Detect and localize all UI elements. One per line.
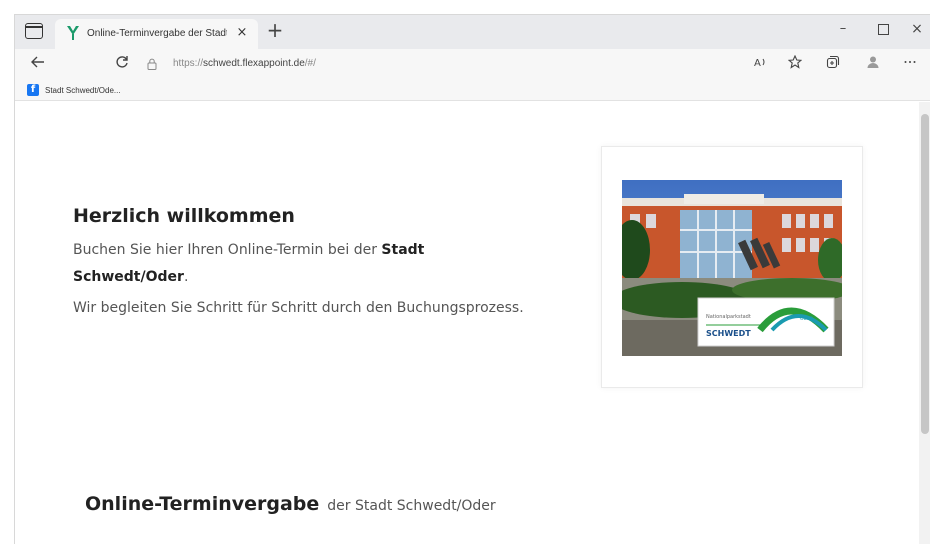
bookmark-item[interactable]: f Stadt Schwedt/Ode... — [27, 82, 121, 98]
scrollbar-thumb[interactable] — [921, 114, 929, 434]
welcome-subtext: Wir begleiten Sie Schritt für Schritt du… — [73, 300, 524, 316]
url-host: schwedt.flexappoint.de — [203, 58, 305, 69]
lock-icon — [147, 58, 157, 70]
page-viewport: Herzlich willkommen Buchen Sie hier Ihre… — [15, 102, 919, 544]
profile-icon — [867, 56, 879, 68]
bookmark-label: Stadt Schwedt/Ode... — [45, 85, 121, 95]
logo-sub-text: ODER — [800, 316, 813, 322]
more-icon — [904, 61, 916, 63]
refresh-icon — [116, 56, 128, 68]
tab-actions-icon[interactable] — [25, 23, 43, 39]
refresh-button[interactable] — [111, 53, 133, 75]
favicon-icon — [67, 26, 79, 40]
facebook-icon: f — [27, 84, 39, 96]
arrow-left-icon — [31, 56, 44, 68]
favorites-icon — [787, 54, 803, 69]
section-heading: Online-Terminvergabe der Stadt Schwedt/Od… — [85, 493, 496, 515]
maximize-button[interactable] — [873, 21, 893, 39]
profile-button[interactable] — [863, 55, 883, 73]
welcome-text-prefix: Buchen Sie hier Ihren Online-Termin bei … — [73, 242, 382, 258]
vertical-scrollbar[interactable] — [919, 102, 930, 544]
welcome-text-suffix: . — [183, 269, 189, 285]
back-button[interactable] — [27, 53, 49, 75]
minimize-button[interactable]: – — [833, 21, 853, 39]
url-protocol: https:// — [173, 58, 204, 69]
logo-small-text: Nationalparkstadt — [706, 314, 751, 320]
logo-brand-text: SCHWEDT — [706, 329, 751, 338]
read-aloud-icon: A — [754, 58, 765, 69]
svg-text:A: A — [754, 58, 761, 69]
tab-title: Online-Terminvergabe der Stadt — [87, 28, 227, 39]
favorites-button[interactable] — [785, 54, 805, 73]
bookmarks-bar: f Stadt Schwedt/Ode... — [15, 79, 930, 101]
collections-button[interactable] — [823, 55, 843, 73]
browser-tab[interactable]: Online-Terminvergabe der Stadt × — [55, 19, 258, 49]
close-window-button[interactable]: × — [907, 21, 927, 39]
tab-close-icon[interactable]: × — [233, 24, 251, 42]
city-hall-photo: Nationalparkstadt SCHWEDT ODER — [622, 180, 842, 356]
city-hall-photo-card: Nationalparkstadt SCHWEDT ODER — [601, 146, 863, 388]
url-path: /#/ — [304, 58, 316, 69]
section-title: Online-Terminvergabe — [85, 493, 320, 515]
welcome-text: Buchen Sie hier Ihren Online-Termin bei … — [73, 237, 533, 291]
tab-strip: Online-Terminvergabe der Stadt × + – × — [15, 15, 930, 49]
address-toolbar: https://schwedt.flexappoint.de/#/ A — [15, 49, 930, 79]
section-subtitle: der Stadt Schwedt/Oder — [327, 498, 496, 514]
welcome-title: Herzlich willkommen — [73, 205, 295, 227]
new-tab-button[interactable]: + — [265, 20, 285, 41]
browser-window: Online-Terminvergabe der Stadt × + – × h… — [14, 14, 930, 544]
more-button[interactable] — [900, 55, 920, 73]
address-input[interactable]: https://schwedt.flexappoint.de/#/ — [173, 58, 316, 69]
collections-icon — [826, 55, 840, 69]
read-aloud-button[interactable]: A — [750, 55, 770, 73]
